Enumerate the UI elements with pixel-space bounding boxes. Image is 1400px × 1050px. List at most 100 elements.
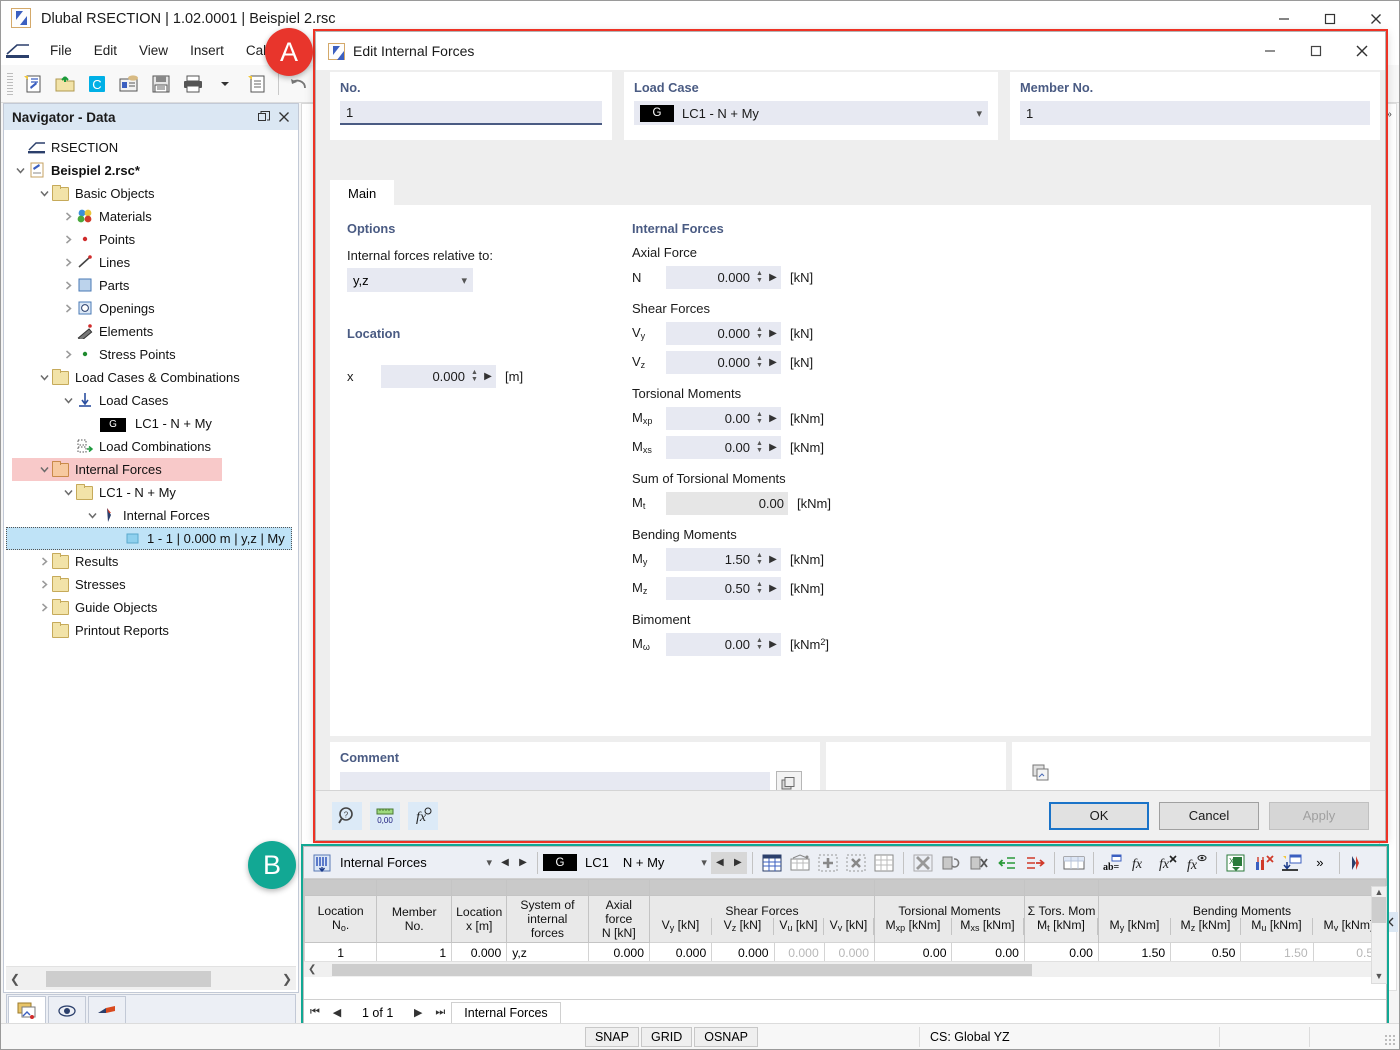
- scroll-left-icon[interactable]: ❮: [6, 972, 24, 986]
- osnap-toggle[interactable]: OSNAP: [694, 1026, 758, 1047]
- prev-page-icon[interactable]: ◀: [326, 1002, 348, 1024]
- location-x-picker-icon[interactable]: ▶: [480, 364, 496, 388]
- chevron-right-icon[interactable]: [36, 577, 52, 593]
- more-icon[interactable]: »: [1307, 850, 1333, 876]
- open-recent-icon[interactable]: [114, 69, 144, 99]
- dialog-close-icon[interactable]: [1339, 32, 1385, 70]
- chevron-right-icon[interactable]: [60, 232, 76, 248]
- no-input[interactable]: 1: [340, 101, 602, 125]
- navigator-tree[interactable]: RSECTION Beispiel 2.rsc* Basic Objects Mate…: [6, 132, 296, 964]
- chevron-down-icon[interactable]: [36, 462, 52, 478]
- scroll-track[interactable]: [24, 970, 278, 987]
- value-spinner[interactable]: ▲ ▼: [754, 406, 765, 430]
- value-spinner[interactable]: ▲ ▼: [754, 576, 765, 600]
- tree-item[interactable]: Lines: [6, 251, 296, 274]
- ab-equals-icon[interactable]: ab=: [1100, 850, 1126, 876]
- value-spinner[interactable]: ▲ ▼: [754, 265, 765, 289]
- tree-item[interactable]: Internal Forces: [12, 458, 222, 481]
- insert-row-icon[interactable]: [815, 850, 841, 876]
- chevron-right-icon[interactable]: [60, 278, 76, 294]
- table-cell[interactable]: 0.50: [1170, 942, 1242, 961]
- table-cell[interactable]: 0.000: [451, 942, 508, 961]
- tree-item[interactable]: Openings: [6, 297, 296, 320]
- tree-item[interactable]: Results: [6, 550, 296, 573]
- tree-item[interactable]: Materials: [6, 205, 296, 228]
- table-cell[interactable]: 0.00: [1023, 942, 1099, 961]
- table-vscrollbar[interactable]: ▲ ▼: [1371, 886, 1387, 984]
- import-star-icon[interactable]: [1279, 850, 1305, 876]
- value-spinner[interactable]: ▲ ▼: [754, 435, 765, 459]
- chevron-right-icon[interactable]: [60, 301, 76, 317]
- value-spinner[interactable]: ▲ ▼: [754, 321, 765, 345]
- value-spinner[interactable]: ▲ ▼: [754, 350, 765, 374]
- force-value-input[interactable]: 0.000: [666, 265, 754, 289]
- chevron-right-icon[interactable]: [36, 554, 52, 570]
- chevron-down-icon[interactable]: [36, 370, 52, 386]
- tree-item[interactable]: Load Cases: [6, 389, 296, 412]
- fx-delete-icon[interactable]: fx: [1156, 850, 1182, 876]
- value-picker-icon[interactable]: ▶: [765, 632, 781, 656]
- tree-item[interactable]: Basic Objects: [6, 182, 296, 205]
- formula-icon[interactable]: fx: [408, 801, 438, 830]
- export-right-icon[interactable]: [1022, 850, 1048, 876]
- snap-toggle[interactable]: SNAP: [584, 1026, 639, 1047]
- dialog-minimize-icon[interactable]: [1247, 32, 1293, 70]
- chevron-right-icon[interactable]: [36, 600, 52, 616]
- chart-delete-icon[interactable]: [1251, 850, 1277, 876]
- chevron-down-icon[interactable]: ▾: [461, 274, 467, 287]
- tree-item[interactable]: G LC1 - N + My: [6, 412, 296, 435]
- printout-report-icon[interactable]: [242, 69, 272, 99]
- blank-table-icon[interactable]: [1061, 850, 1087, 876]
- tree-item[interactable]: Internal Forces: [6, 504, 296, 527]
- table-cell[interactable]: 0.000: [711, 942, 775, 961]
- table-col-icon[interactable]: [871, 850, 897, 876]
- tree-item[interactable]: Load Cases & Combinations: [6, 366, 296, 389]
- menu-edit[interactable]: Edit: [83, 39, 128, 62]
- scroll-thumb[interactable]: [332, 963, 1033, 976]
- chevron-right-icon[interactable]: [60, 209, 76, 225]
- delete-all-icon[interactable]: [910, 850, 936, 876]
- tree-item[interactable]: LC1 - N + My: [6, 481, 296, 504]
- table-cell[interactable]: 0.00: [951, 942, 1025, 961]
- import-left-icon[interactable]: [994, 850, 1020, 876]
- tree-item[interactable]: RSECTION: [6, 136, 296, 159]
- grid-toggle[interactable]: GRID: [640, 1026, 693, 1047]
- table-cell[interactable]: y,z: [506, 942, 589, 961]
- force-value-input[interactable]: 0.50: [666, 576, 754, 600]
- tree-item[interactable]: Beispiel 2.rsc*: [6, 159, 296, 182]
- tree-item[interactable]: Guide Objects: [6, 596, 296, 619]
- toolbar-grip[interactable]: [7, 72, 13, 95]
- diagram-icon[interactable]: [88, 996, 126, 1026]
- tree-item[interactable]: Parts: [6, 274, 296, 297]
- force-value-input[interactable]: 0.00: [666, 632, 754, 656]
- next-lc-icon[interactable]: ▶: [728, 851, 747, 874]
- next-page-icon[interactable]: ▶: [407, 1002, 429, 1024]
- value-picker-icon[interactable]: ▶: [765, 265, 781, 289]
- help-icon[interactable]: ?: [332, 801, 362, 830]
- cloud-icon[interactable]: C: [82, 69, 112, 99]
- value-picker-icon[interactable]: ▶: [765, 435, 781, 459]
- new-file-icon[interactable]: [18, 69, 48, 99]
- scroll-left-icon[interactable]: ❮: [304, 964, 320, 975]
- chevron-right-icon[interactable]: [60, 255, 76, 271]
- fx-icon[interactable]: fx: [1128, 850, 1154, 876]
- relative-to-select[interactable]: y,z ▾: [347, 268, 473, 292]
- location-x-input[interactable]: 0.000: [381, 364, 469, 388]
- chevron-down-icon[interactable]: ▾: [701, 856, 707, 869]
- diagram-icon[interactable]: [1346, 850, 1372, 876]
- value-picker-icon[interactable]: ▶: [765, 321, 781, 345]
- fx-view-icon[interactable]: fx: [1184, 850, 1210, 876]
- tree-item[interactable]: Stresses: [6, 573, 296, 596]
- table-cell[interactable]: 1: [376, 942, 453, 961]
- internal-forces-grid[interactable]: Location No. Member No. Location x [m] System…: [304, 879, 1386, 961]
- menu-insert[interactable]: Insert: [179, 39, 235, 62]
- prev-object-icon[interactable]: ◀: [496, 852, 514, 874]
- location-x-spinner[interactable]: ▲ ▼: [469, 364, 480, 388]
- units-icon[interactable]: 0,00: [370, 801, 400, 830]
- print-icon[interactable]: [178, 69, 208, 99]
- value-picker-icon[interactable]: ▶: [765, 547, 781, 571]
- view-icon[interactable]: [48, 996, 86, 1026]
- table-cell[interactable]: 0.000: [648, 942, 713, 961]
- first-page-icon[interactable]: ⏮: [304, 1002, 326, 1024]
- render-icon[interactable]: [8, 996, 46, 1026]
